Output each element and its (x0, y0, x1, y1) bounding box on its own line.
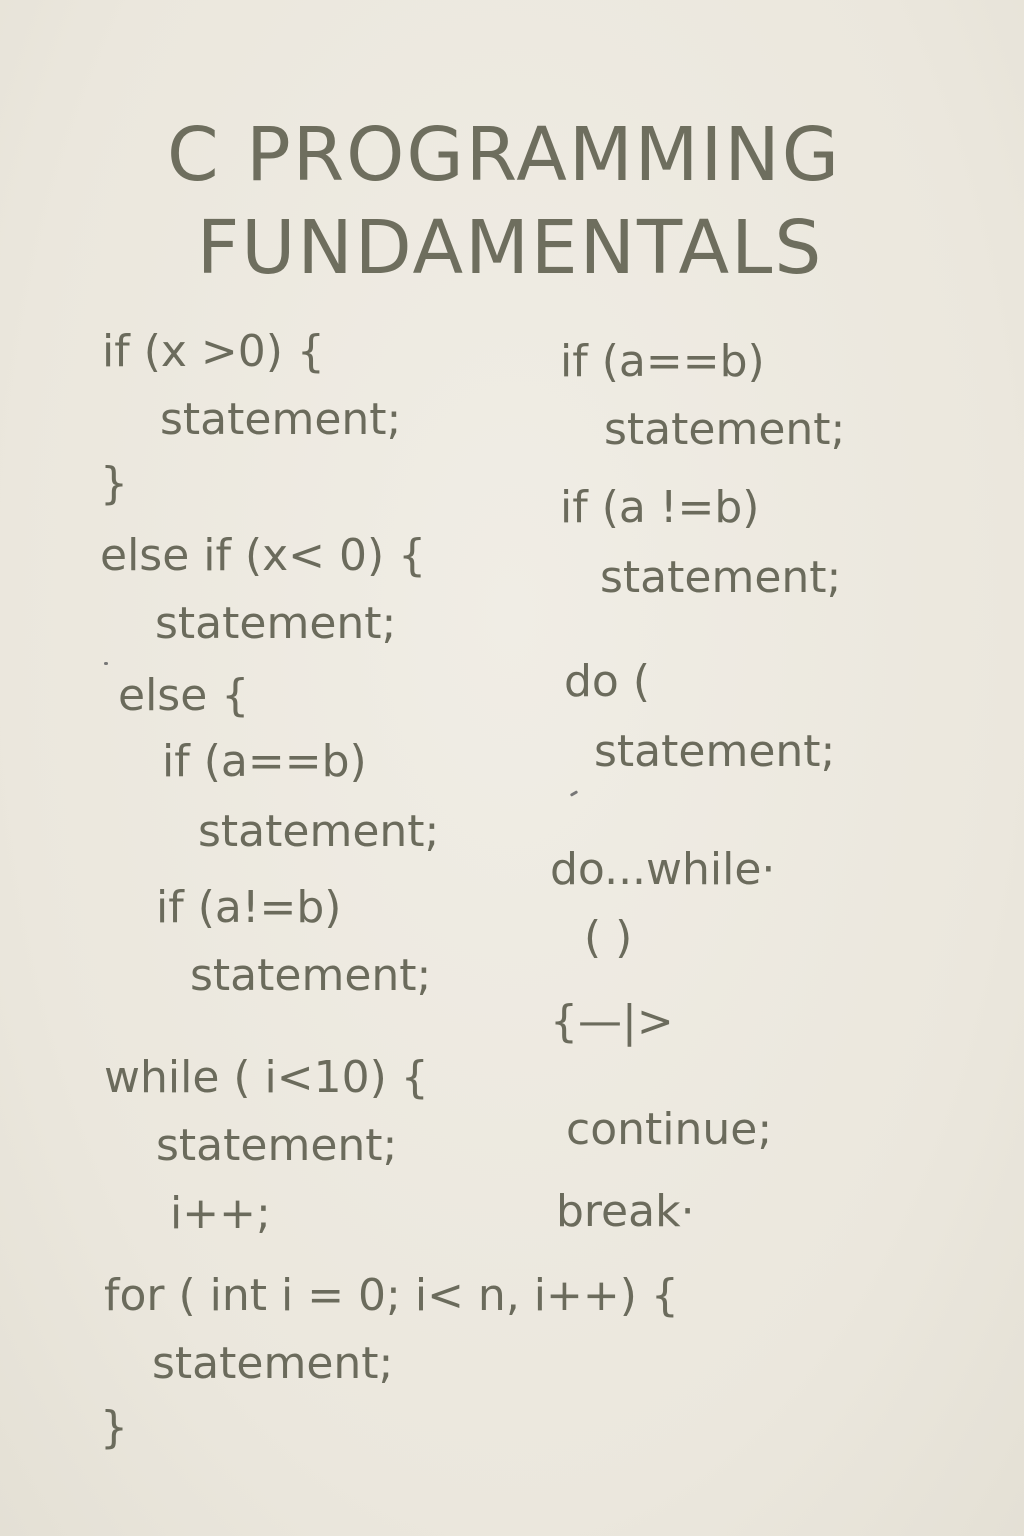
code-line: statement; (604, 404, 846, 455)
code-line: ( ) (584, 912, 633, 963)
code-line: statement; (160, 394, 402, 445)
code-line: if (a!=b) (156, 882, 342, 933)
code-line: if (a==b) (560, 336, 765, 387)
code-line: statement; (600, 552, 842, 603)
paper-speck (104, 662, 108, 665)
code-line: statement; (156, 1120, 398, 1171)
code-line: } (100, 458, 128, 509)
code-line: do ( (564, 656, 651, 707)
code-line: while ( i<10) { (104, 1052, 429, 1103)
code-line: if (a !=b) (560, 482, 760, 533)
code-line: break· (556, 1186, 695, 1237)
code-line: do...while· (550, 844, 776, 895)
code-line: i++; (170, 1188, 271, 1239)
code-line: for ( int i = 0; i< n, i++) { (104, 1270, 679, 1321)
code-line: statement; (152, 1338, 394, 1389)
code-line: statement; (155, 598, 397, 649)
code-line: statement; (198, 806, 440, 857)
title-line-1: C PROGRAMMING (166, 112, 842, 198)
code-line: {—|> (550, 996, 674, 1047)
code-line: statement; (190, 950, 432, 1001)
title-line-2: FUNDAMENTALS (196, 205, 824, 291)
code-line: else if (x< 0) { (100, 530, 427, 581)
code-line: if (a==b) (162, 736, 367, 787)
code-line: } (100, 1402, 128, 1453)
code-line: if (x >0) { (102, 326, 325, 377)
code-line: continue; (566, 1104, 773, 1155)
code-line: else { (118, 670, 250, 721)
code-line: statement; (594, 726, 836, 777)
